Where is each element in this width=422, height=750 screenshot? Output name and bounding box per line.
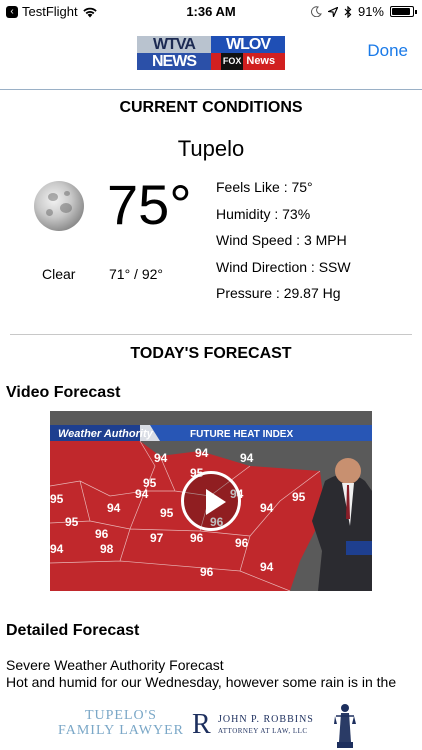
detailed-forecast-title: Detailed Forecast [6,622,140,639]
ad-line-2: FAMILY LAWYER [58,723,184,738]
map-value-label: 96 [95,527,109,541]
map-value-label: 94 [107,501,121,515]
nav-bar: WTVA NEWS WLOV FOX News Done [0,24,422,90]
moon-dnd-icon [311,6,322,17]
stat-label: Wind Direction : [216,258,315,275]
city-name: Tupelo [177,136,245,161]
map-value-label: 95 [65,515,79,529]
stat-pressure: Pressure : 29.87 Hg [216,283,351,310]
detailed-forecast-text: Severe Weather Authority Forecast Hot an… [6,657,396,691]
ad-monogram: R [192,709,211,740]
stat-value: 3 MPH [303,232,347,248]
done-button[interactable]: Done [367,41,408,61]
ad-subtitle: ATTORNEY AT LAW, LLC [218,727,308,735]
map-value-label: 95 [50,492,64,506]
video-banner-brand: Weather Authority [58,428,154,440]
wlov-logo-top: WLOV [211,36,285,53]
ad-right-text: JOHN P. ROBBINS ATTORNEY AT LAW, LLC [218,714,314,735]
current-temperature: 75° [107,173,192,236]
video-banner-title: FUTURE HEAT INDEX [190,429,293,440]
location-arrow-icon [327,6,338,17]
todays-forecast-heading: TODAY'S FORECAST [130,345,292,362]
ad-banner[interactable]: TUPELO'S FAMILY LAWYER R JOHN P. ROBBINS… [52,700,372,750]
stat-value: 29.87 Hg [283,285,341,301]
stat-label: Humidity : [216,205,279,222]
map-value-label: 94 [135,487,149,501]
battery-icon [390,6,417,17]
stat-label: Pressure : [216,285,280,301]
map-value-label: 97 [150,531,164,545]
map-value-label: 95 [160,506,174,520]
stat-label: Wind Speed : [216,232,301,248]
condition-label: Clear [42,266,76,282]
video-forecast-title: Video Forecast [6,384,121,401]
stat-feels-like: Feels Like : 75° [216,177,351,204]
map-value-label: 94 [260,501,274,515]
stat-label: Feels Like : [216,179,288,195]
stat-value: 73% [282,205,311,222]
status-indicators: 91% [311,4,417,19]
current-conditions-heading: CURRENT CONDITIONS [119,99,303,116]
map-value-label: 95 [292,490,306,504]
stat-wind-speed: Wind Speed : 3 MPH [216,230,351,257]
map-value-label: 96 [190,531,204,545]
video-forecast-player[interactable]: Weather Authority FUTURE HEAT INDEX 94 94… [50,411,372,591]
map-value-label: 94 [260,560,274,574]
station-logo: WTVA NEWS WLOV FOX News [137,36,285,70]
ad-name: JOHN P. ROBBINS [218,714,314,725]
detail-line-1: Severe Weather Authority Forecast [6,657,224,673]
wlov-news-label: News [246,55,276,67]
map-value-label: 94 [240,451,254,465]
play-icon [206,489,226,515]
wlov-logo: WLOV FOX News [211,36,285,70]
bluetooth-icon [344,5,352,18]
map-value-label: 94 [154,451,168,465]
status-bar: ‹ TestFlight 1:36 AM 91% [0,0,422,24]
battery-percent: 91% [357,4,384,19]
wtva-logo-bottom: NEWS [137,53,211,70]
map-value-label: 98 [100,542,114,556]
moon-icon [34,181,84,231]
wtva-logo-top: WTVA [137,36,211,53]
justice-statue-icon [334,704,356,748]
conditions-stats: Feels Like : 75° Humidity : 73% Wind Spe… [216,177,351,310]
stat-wind-direction: Wind Direction : SSW [216,257,351,284]
map-value-label: 94 [195,446,209,460]
play-button[interactable] [181,471,241,531]
stat-value: SSW [318,258,351,275]
fox-badge: FOX [220,53,244,70]
stat-humidity: Humidity : 73% [216,204,351,231]
ad-line-1: TUPELO'S [84,708,157,723]
high-low-temperature: 71° / 92° [109,266,164,282]
stat-value: 75° [291,179,313,195]
map-value-label: 94 [50,542,64,556]
map-value-label: 96 [200,565,214,579]
detail-line-2: Hot and humid for our Wednesday, however… [6,674,397,690]
wtva-logo: WTVA NEWS [137,36,211,70]
ad-left-text: TUPELO'S FAMILY LAWYER [58,708,184,738]
map-value-label: 96 [235,536,249,550]
wlov-logo-bottom: FOX News [211,53,285,70]
section-divider [10,334,412,335]
